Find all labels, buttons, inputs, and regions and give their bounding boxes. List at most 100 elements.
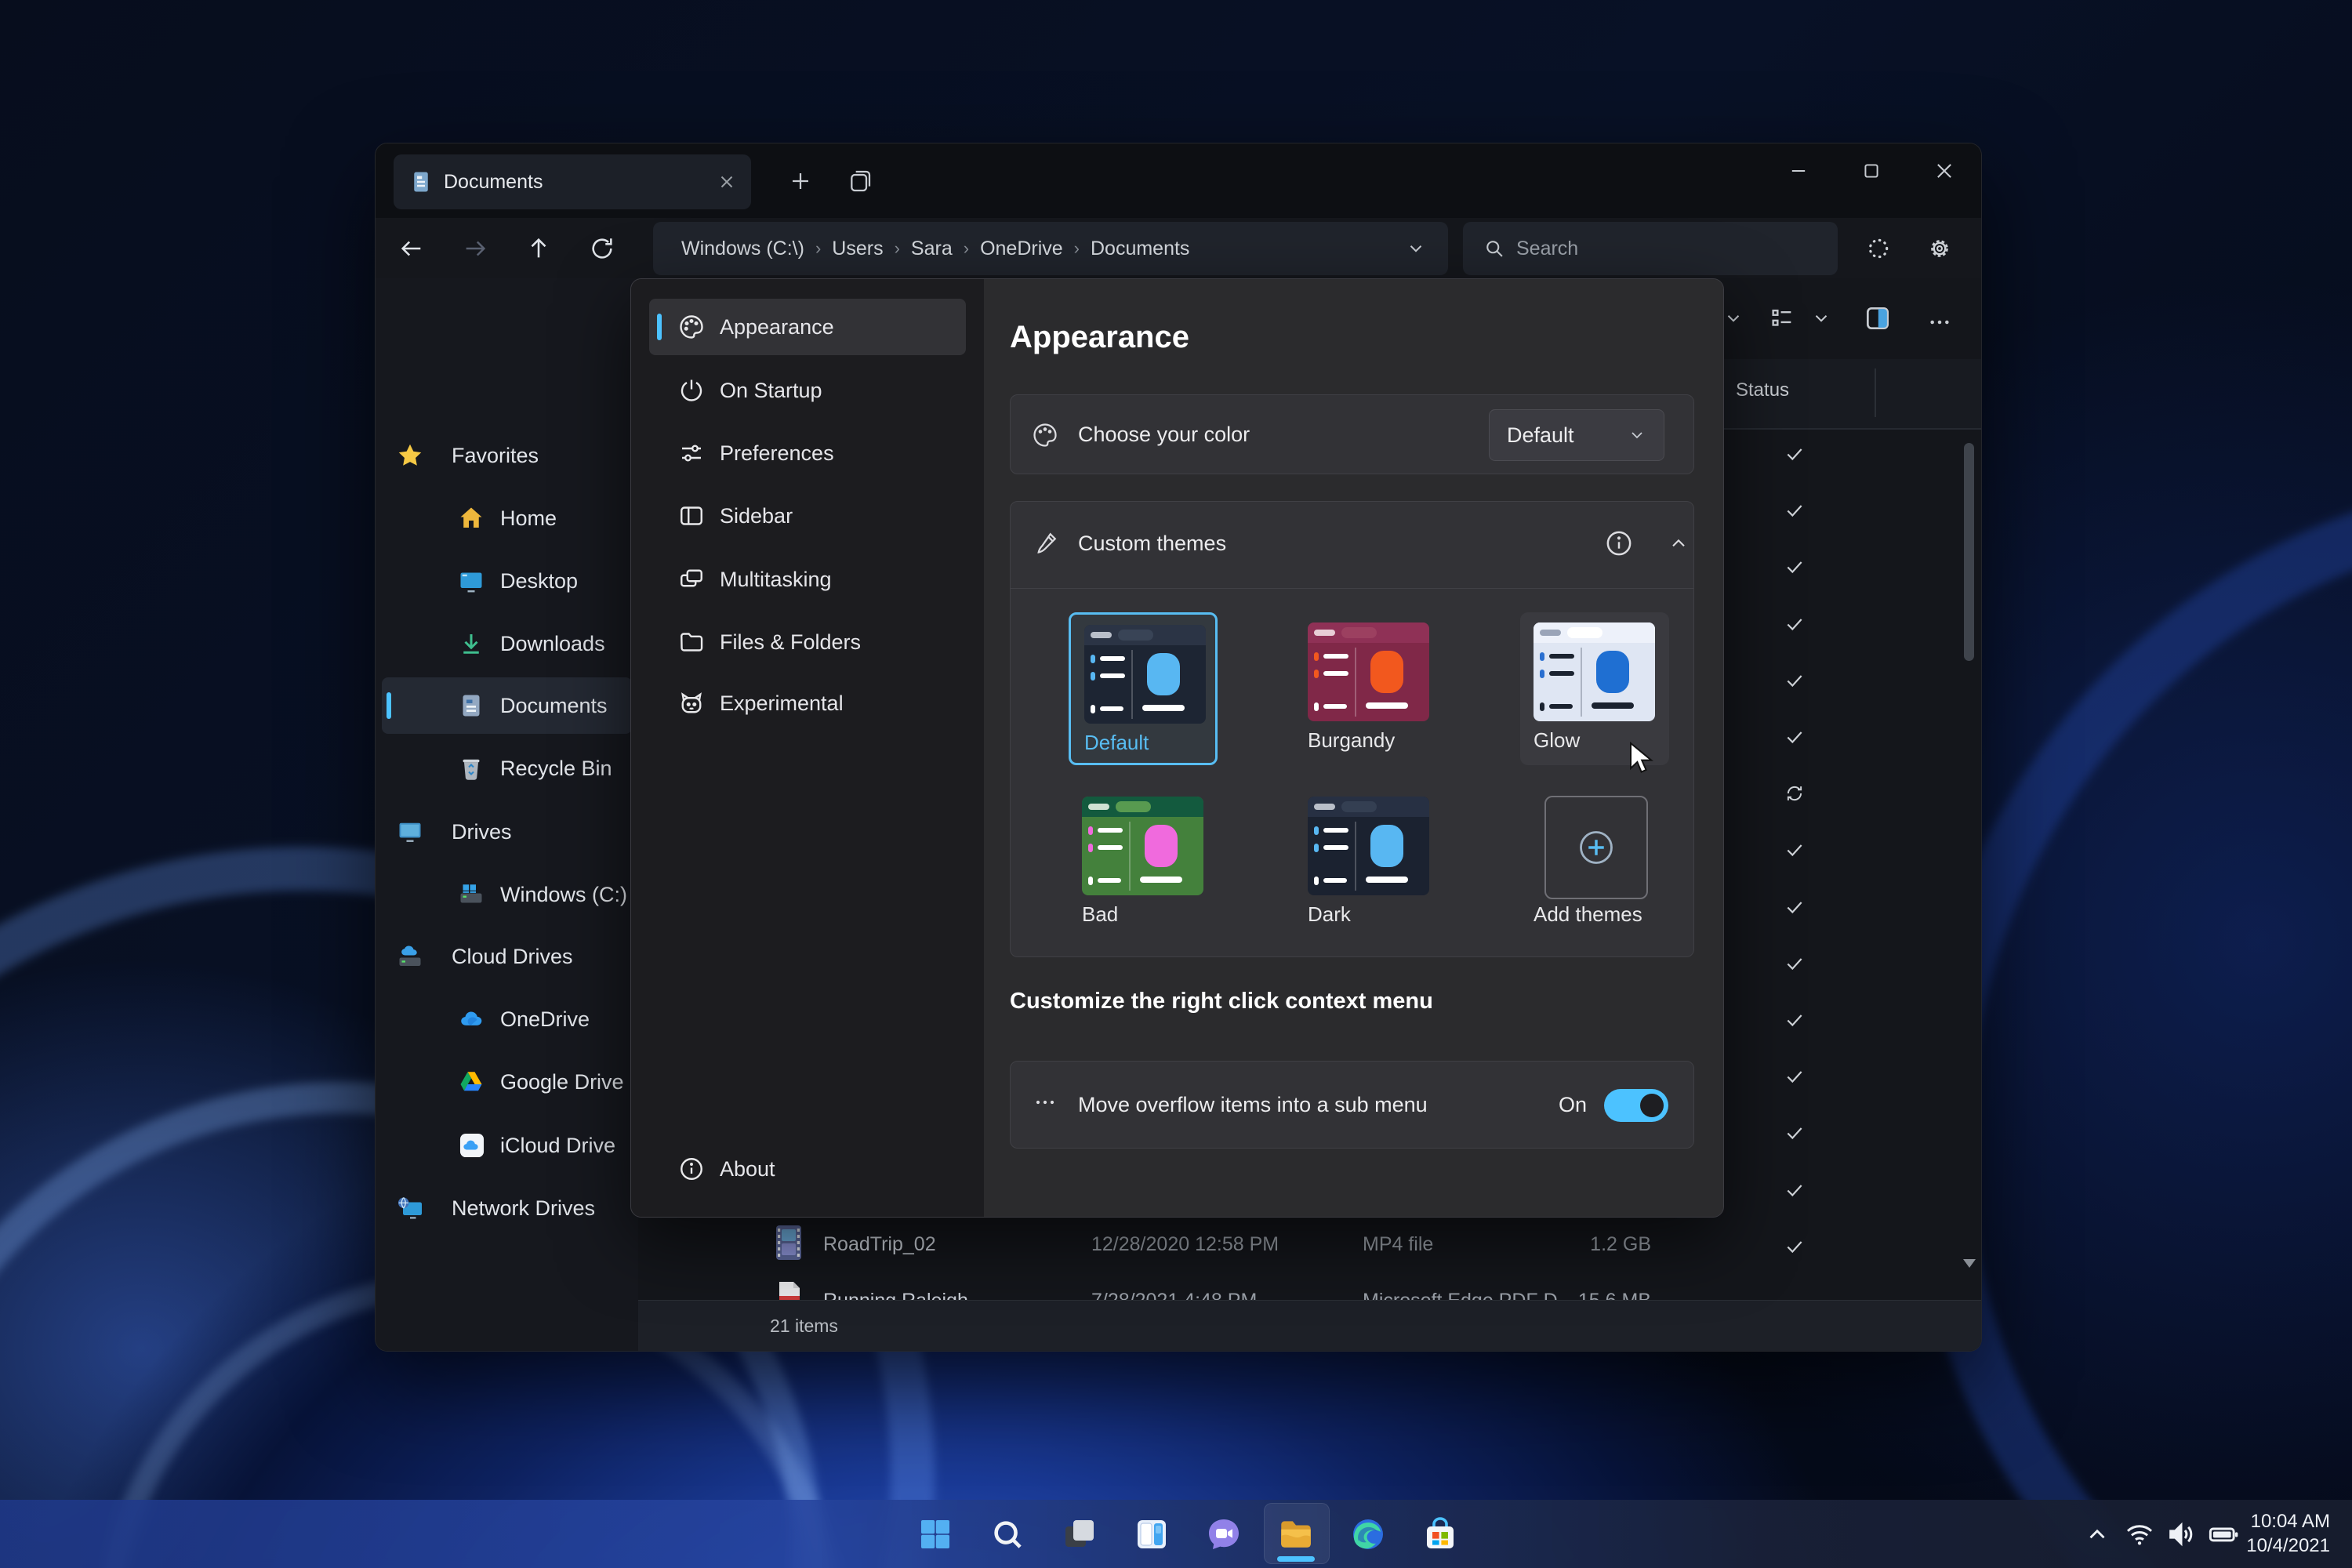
sidebar-item-favorites[interactable]: Favorites — [376, 427, 638, 484]
palette-icon — [677, 313, 706, 341]
drives-icon — [396, 818, 424, 846]
status-check-icon — [1784, 897, 1805, 917]
taskbar-clock[interactable]: 10:04 AM 10/4/2021 — [2246, 1509, 2330, 1558]
tray-chevron-up-icon[interactable] — [2074, 1511, 2121, 1558]
settings-nav-sidebar[interactable]: Sidebar — [649, 488, 966, 544]
theme-tile-burgandy[interactable]: Burgandy — [1294, 612, 1443, 765]
color-dropdown[interactable]: Default — [1489, 409, 1664, 461]
address-bar[interactable]: Windows (C:\)›Users›Sara›OneDrive›Docume… — [653, 222, 1448, 275]
sidebar-item-onedrive[interactable]: OneDrive — [376, 991, 638, 1047]
themes-info-icon[interactable] — [1603, 528, 1635, 559]
column-header-status[interactable]: Status — [1736, 379, 1789, 401]
sidebar-item-documents[interactable]: Documents — [376, 677, 638, 734]
more-options-icon[interactable] — [1927, 310, 1952, 335]
add-themes-tile[interactable]: Add themes — [1520, 786, 1669, 939]
tab-documents[interactable]: Documents — [394, 154, 751, 209]
settings-nav-multitasking[interactable]: Multitasking — [649, 551, 966, 608]
sidebar-item-drives[interactable]: Drives — [376, 804, 638, 860]
edge-browser-icon[interactable] — [1345, 1511, 1392, 1558]
up-button[interactable] — [521, 232, 557, 265]
sidebar-item-recycle-bin[interactable]: Recycle Bin — [376, 740, 638, 797]
breadcrumb-item[interactable]: OneDrive — [980, 238, 1063, 260]
settings-gear-icon[interactable] — [1922, 232, 1958, 265]
status-check-icon — [1784, 1010, 1805, 1030]
minimize-button[interactable] — [1771, 143, 1826, 198]
status-check-icon — [1784, 840, 1805, 860]
taskbar-search-icon[interactable] — [984, 1511, 1031, 1558]
downloads-icon — [457, 630, 485, 658]
settings-nav-preferences[interactable]: Preferences — [649, 425, 966, 481]
overflow-toggle-switch[interactable] — [1604, 1089, 1668, 1122]
home-icon — [457, 504, 485, 532]
color-dropdown-value: Default — [1507, 423, 1574, 448]
start-button-icon[interactable] — [912, 1511, 959, 1558]
settings-nav-appearance[interactable]: Appearance — [649, 299, 966, 355]
battery-icon[interactable] — [2200, 1511, 2247, 1558]
address-dropdown-icon[interactable] — [1406, 238, 1426, 259]
close-button[interactable] — [1917, 143, 1972, 198]
scrollbar-thumb[interactable] — [1964, 443, 1974, 661]
new-tab-button[interactable] — [775, 156, 826, 206]
preview-pane-icon[interactable] — [1863, 303, 1893, 333]
breadcrumb-separator-icon: › — [964, 238, 969, 259]
sidebar-item-home[interactable]: Home — [376, 490, 638, 546]
scrollbar-down-arrow[interactable] — [1962, 1257, 1977, 1269]
settings-nav-on-startup[interactable]: On Startup — [649, 362, 966, 419]
column-divider[interactable] — [1875, 368, 1876, 417]
google-drive-icon — [457, 1068, 485, 1096]
dropdown-chevron-icon — [1628, 426, 1646, 445]
cat-icon — [677, 689, 706, 717]
forward-button[interactable] — [457, 232, 493, 265]
sidebar-item-windows-c-drive[interactable]: Windows (C:) — [376, 866, 638, 923]
recycle-bin-icon — [457, 754, 485, 782]
theme-thumbnail — [1308, 797, 1429, 895]
mouse-cursor — [1628, 742, 1659, 776]
sidebar-item-google-drive[interactable]: Google Drive — [376, 1054, 638, 1110]
sidebar-item-network-drives[interactable]: Network Drives — [376, 1180, 638, 1236]
overflow-dots-icon — [1031, 1093, 1059, 1121]
files-app-icon[interactable] — [1272, 1511, 1319, 1558]
theme-thumbnail — [1084, 625, 1206, 724]
refresh-button[interactable] — [584, 232, 620, 265]
search-box[interactable]: Search — [1463, 222, 1838, 275]
settings-nav-experimental[interactable]: Experimental — [649, 675, 966, 731]
status-bar: 21 items — [638, 1300, 1981, 1352]
sort-chevron-icon[interactable] — [1723, 308, 1744, 328]
navigation-toolbar: Windows (C:\)›Users›Sara›OneDrive›Docume… — [376, 218, 1981, 278]
breadcrumb-item[interactable]: Users — [832, 238, 883, 260]
breadcrumb-item[interactable]: Sara — [911, 238, 953, 260]
layout-list-icon[interactable] — [1769, 305, 1795, 332]
volume-icon[interactable] — [2158, 1511, 2205, 1558]
settings-nav-about[interactable]: About — [649, 1141, 966, 1197]
back-button[interactable] — [394, 232, 430, 265]
breadcrumb-item[interactable]: Windows (C:\) — [681, 238, 804, 260]
taskbar: 10:04 AM 10/4/2021 — [0, 1500, 2352, 1568]
widgets-icon[interactable] — [1128, 1511, 1175, 1558]
tab-close-icon[interactable] — [717, 172, 737, 192]
folder-icon — [677, 628, 706, 656]
icloud-drive-icon — [457, 1131, 487, 1160]
theme-tile-default[interactable]: Default — [1069, 612, 1218, 765]
add-plus-icon — [1576, 827, 1617, 868]
settings-nav-files-folders[interactable]: Files & Folders — [649, 614, 966, 670]
info-icon — [677, 1155, 706, 1183]
themes-collapse-chevron-icon[interactable] — [1668, 533, 1690, 555]
theme-tile-dark[interactable]: Dark — [1294, 786, 1443, 939]
files-app-window: Documents — [375, 143, 1982, 1352]
chat-icon[interactable] — [1200, 1511, 1247, 1558]
sidebar-item-cloud-drives[interactable]: Cloud Drives — [376, 928, 638, 985]
sidebar-item-icloud-drive[interactable]: iCloud Drive — [376, 1117, 638, 1174]
sidebar-item-downloads[interactable]: Downloads — [376, 615, 638, 672]
titlebar[interactable]: Documents — [376, 143, 1981, 218]
sidebar-item-desktop[interactable]: Desktop — [376, 553, 638, 609]
microsoft-store-icon[interactable] — [1417, 1511, 1464, 1558]
tab-layout-icon[interactable] — [835, 156, 885, 206]
theme-tile-bad[interactable]: Bad — [1069, 786, 1218, 939]
task-view-icon[interactable] — [1056, 1511, 1103, 1558]
choose-color-label: Choose your color — [1078, 423, 1250, 447]
breadcrumb-item[interactable]: Documents — [1091, 238, 1189, 260]
layout-chevron-icon[interactable] — [1811, 308, 1831, 328]
status-check-icon — [1784, 557, 1805, 577]
wifi-icon[interactable] — [2116, 1511, 2163, 1558]
maximize-button[interactable] — [1844, 143, 1899, 198]
